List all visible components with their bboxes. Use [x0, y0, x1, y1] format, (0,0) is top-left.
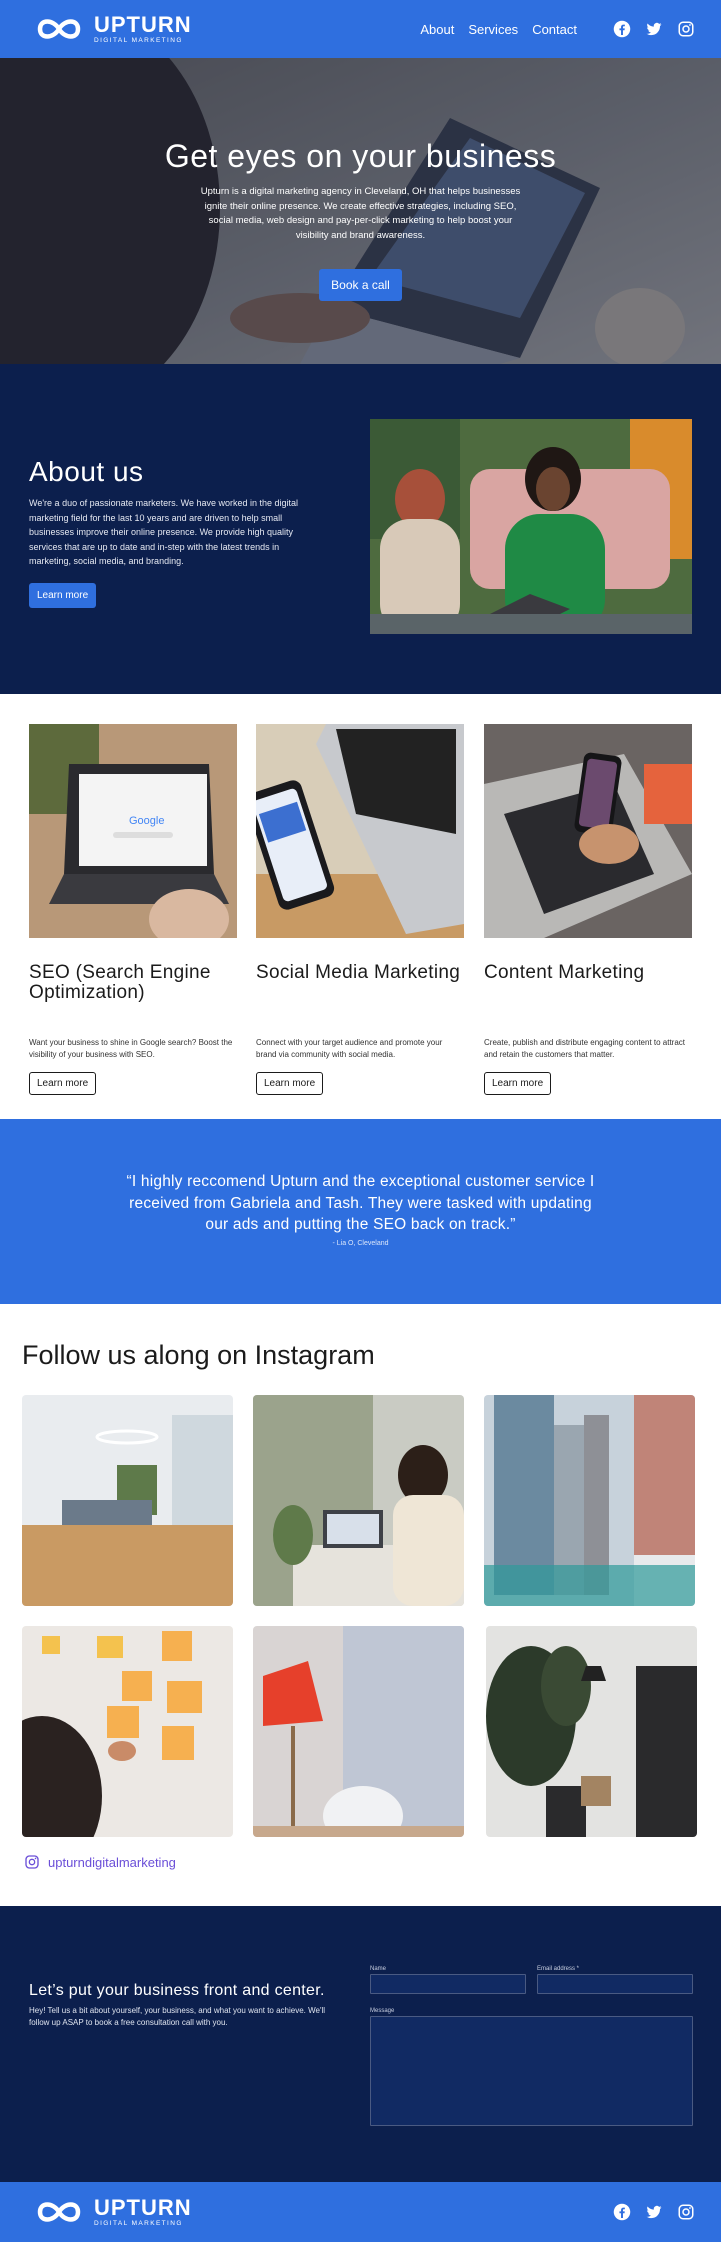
book-call-button[interactable]: Book a call	[319, 269, 402, 301]
instagram-handle-link[interactable]: upturndigitalmarketing	[24, 1854, 176, 1870]
about-body: We're a duo of passionate marketers. We …	[29, 498, 299, 566]
twitter-icon[interactable]	[645, 2203, 663, 2221]
footer-social-links	[613, 2203, 695, 2221]
contact-body: Hey! Tell us a bit about yourself, your …	[29, 2006, 326, 2027]
content-phone-photo	[484, 724, 692, 938]
about-learn-more-button[interactable]: Learn more	[29, 582, 97, 608]
hero-title: Get eyes on your business	[164, 138, 557, 174]
name-field[interactable]	[370, 1974, 526, 1994]
brand-name: UPTURN	[94, 2194, 192, 2220]
about-section: About us We're a duo of passionate marke…	[0, 364, 721, 694]
site-header: UPTURN DIGITAL MARKETING About Services …	[0, 0, 721, 58]
instagram-post-city[interactable]	[484, 1395, 695, 1606]
service-title: Social Media Marketing	[256, 962, 461, 983]
instagram-handle: upturndigitalmarketing	[48, 1854, 176, 1870]
service-title: Content Marketing	[484, 962, 645, 983]
svg-text:Google: Google	[129, 815, 164, 827]
service-desc: Create, publish and distribute engaging …	[484, 1038, 686, 1059]
testimonial-section: “I highly reccomend Upturn and the excep…	[0, 1119, 721, 1304]
instagram-icon	[25, 1855, 39, 1869]
instagram-post-lamp[interactable]	[253, 1626, 464, 1837]
service-desc: Want your business to shine in Google se…	[29, 1038, 233, 1059]
email-field[interactable]	[537, 1974, 693, 1994]
content-learn-more-button[interactable]: Learn more	[484, 1072, 552, 1095]
contact-section: Let’s put your business front and center…	[0, 1906, 721, 2182]
infinity-logo-icon	[37, 19, 81, 39]
instagram-icon[interactable]	[677, 20, 695, 38]
facebook-icon[interactable]	[613, 20, 631, 38]
instagram-post-laptop[interactable]	[253, 1395, 464, 1606]
team-photo	[370, 419, 692, 634]
name-label: Name	[370, 1966, 387, 1972]
service-title: SEO (Search Engine Optimization)	[29, 962, 211, 1003]
brand-tagline: DIGITAL MARKETING	[94, 2219, 183, 2227]
main-nav: About Services Contact	[420, 22, 577, 37]
message-label: Message	[370, 2008, 395, 2014]
hero-section: Get eyes on your business Upturn is a di…	[0, 58, 721, 364]
instagram-title: Follow us along on Instagram	[22, 1340, 375, 1370]
services-section: Google SEO (Search Engine Optimization) …	[0, 694, 721, 1119]
footer-brand-logo[interactable]: UPTURN DIGITAL MARKETING	[34, 2194, 192, 2228]
instagram-section: Follow us along on Instagram upturndigit…	[0, 1304, 721, 1906]
nav-contact[interactable]: Contact	[532, 22, 577, 37]
brand-name: UPTURN	[94, 11, 192, 37]
testimonial-quote: “I highly reccomend Upturn and the excep…	[126, 1173, 595, 1233]
nav-about[interactable]: About	[420, 22, 454, 37]
brand-tagline: DIGITAL MARKETING	[94, 36, 183, 44]
instagram-icon[interactable]	[677, 2203, 695, 2221]
about-title: About us	[29, 456, 144, 487]
nav-services[interactable]: Services	[468, 22, 518, 37]
service-card-social: Social Media Marketing Connect with your…	[245, 724, 464, 1095]
message-field[interactable]	[370, 2016, 693, 2126]
service-desc: Connect with your target audience and pr…	[256, 1038, 443, 1059]
facebook-icon[interactable]	[613, 2203, 631, 2221]
header-social-links	[613, 20, 695, 38]
instagram-post-sticky-notes[interactable]	[22, 1626, 233, 1837]
social-learn-more-button[interactable]: Learn more	[256, 1072, 324, 1095]
service-card-content: Content Marketing Create, publish and di…	[484, 724, 692, 1095]
hero-subtitle: Upturn is a digital marketing agency in …	[200, 186, 521, 241]
brand-logo[interactable]: UPTURN DIGITAL MARKETING	[34, 11, 192, 45]
instagram-post-office[interactable]	[22, 1395, 233, 1606]
service-card-seo: Google SEO (Search Engine Optimization) …	[29, 724, 237, 1095]
seo-laptop-photo: Google	[29, 724, 237, 949]
testimonial-author: - Lia O, Cleveland	[332, 1239, 389, 1247]
twitter-icon[interactable]	[645, 20, 663, 38]
site-footer: UPTURN DIGITAL MARKETING	[0, 2182, 721, 2242]
email-label: Email address *	[537, 1966, 580, 1972]
contact-title: Let’s put your business front and center…	[29, 1982, 325, 1999]
social-phone-photo	[245, 724, 464, 938]
seo-learn-more-button[interactable]: Learn more	[29, 1072, 97, 1095]
infinity-logo-icon	[37, 2202, 81, 2222]
instagram-post-plant[interactable]	[486, 1626, 697, 1837]
